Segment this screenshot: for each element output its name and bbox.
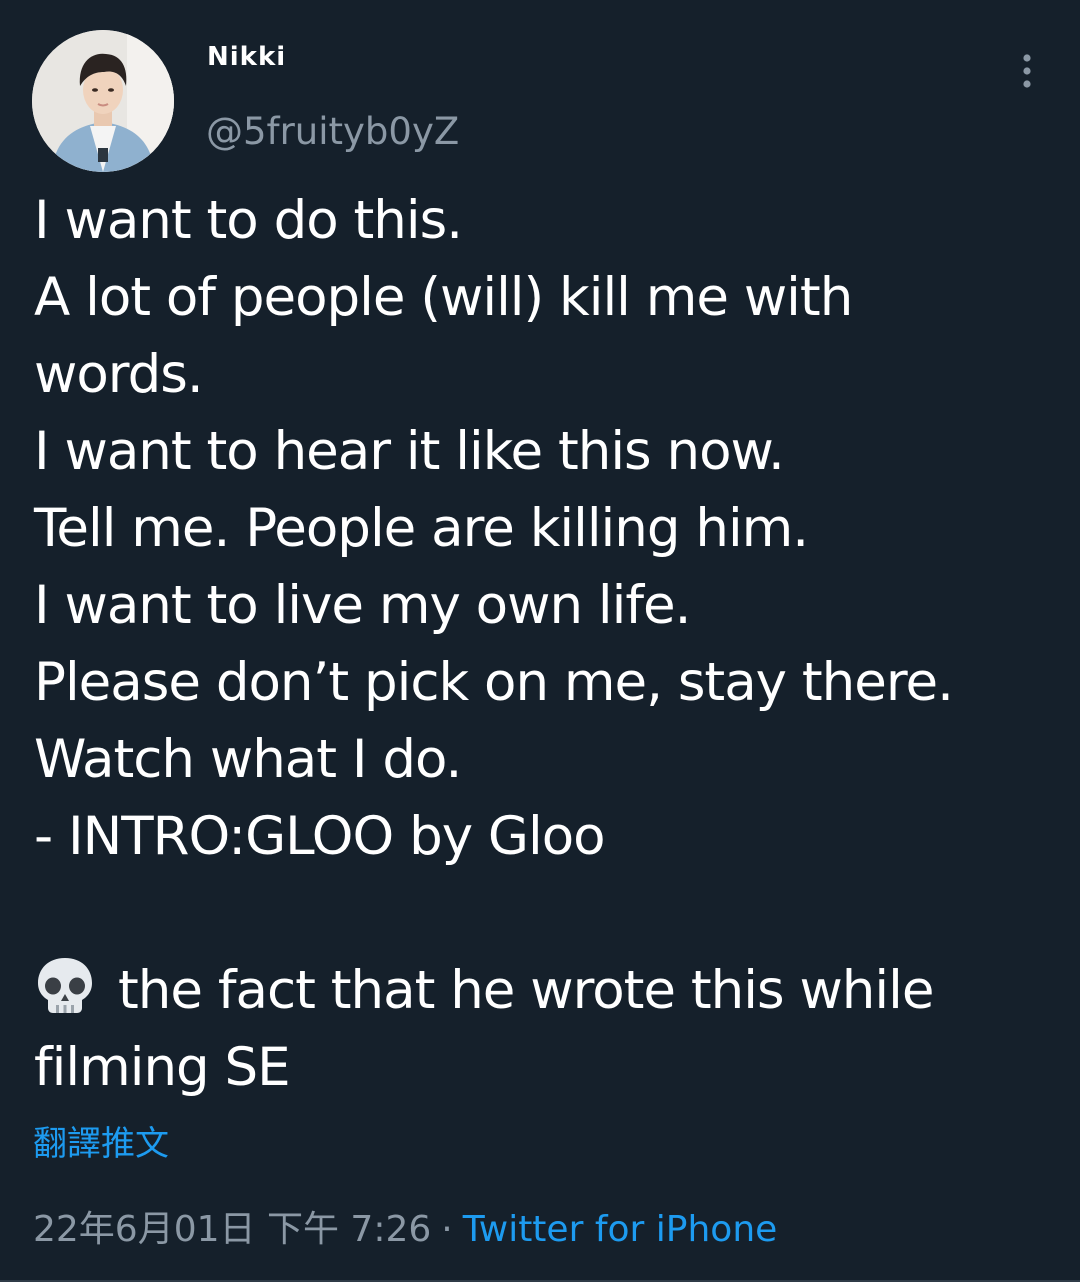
tweet-text-line: I want to do this. [34, 190, 463, 251]
meta-separator: · [441, 1209, 453, 1250]
tweet-text-line: I want to live my own life. [34, 575, 691, 636]
author-handle[interactable]: @5fruityb0yZ [206, 110, 459, 153]
tweet-detail: Nikki @5fruityb0yZ I want to do this. A … [0, 0, 1080, 1282]
tweet-text: I want to do this. A lot of people (will… [34, 182, 1054, 1106]
tweet-text-line: A lot of people (will) kill me with [34, 267, 853, 328]
tweet-text-line: Please don’t pick on me, stay there. [34, 652, 954, 713]
author-display-name[interactable]: Nikki [207, 42, 286, 72]
tweet-text-line: I want to hear it like this now. [34, 421, 785, 482]
tweet-text-line: Tell me. People are killing him. [34, 498, 809, 559]
translate-tweet-link[interactable]: 翻譯推文 [33, 1116, 169, 1165]
avatar-photo [32, 30, 174, 172]
paragraph-break [34, 875, 1054, 952]
tweet-meta: 22年6月01日 下午 7:26 · Twitter for iPhone [33, 1200, 777, 1252]
more-options-icon[interactable] [1010, 52, 1044, 92]
tweet-timestamp[interactable]: 22年6月01日 下午 7:26 [33, 1209, 431, 1250]
tweet-comment-text: the fact that he wrote this while [118, 960, 934, 1021]
avatar[interactable] [32, 30, 174, 172]
tweet-comment-line: the fact that he wrote this while [34, 952, 1054, 1029]
tweet-source-link[interactable]: Twitter for iPhone [463, 1209, 778, 1250]
tweet-text-line: - INTRO:GLOO by Gloo [34, 806, 606, 867]
tweet-comment-line: filming SE [34, 1037, 291, 1098]
tweet-text-line: words. [34, 344, 204, 405]
skull-emoji-icon [34, 956, 96, 1016]
tweet-text-line: Watch what I do. [34, 729, 462, 790]
